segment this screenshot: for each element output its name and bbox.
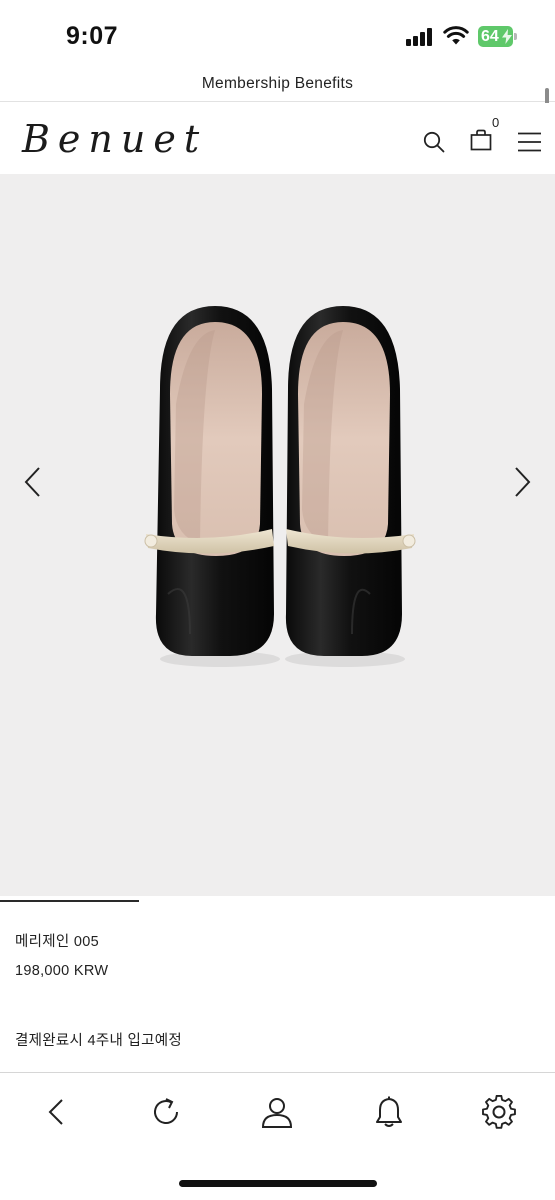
settings-gear-icon[interactable] (482, 1095, 516, 1129)
site-header: Benuet 0 (0, 103, 555, 174)
refresh-icon[interactable] (149, 1095, 183, 1129)
back-icon[interactable] (40, 1095, 74, 1129)
cart-count-badge: 0 (492, 115, 500, 130)
search-icon[interactable] (423, 131, 445, 153)
gallery-progress-indicator (0, 900, 139, 902)
charging-bolt-icon (502, 29, 512, 44)
profile-icon[interactable] (260, 1095, 294, 1129)
shoe-product-image (144, 306, 416, 667)
home-indicator[interactable] (179, 1180, 377, 1187)
shipping-note: 결제완료시 4주내 입고예정 (15, 1033, 183, 1049)
status-time: 9:07 (66, 22, 119, 50)
product-price: 198,000 KRW (15, 963, 109, 979)
wifi-icon (443, 26, 469, 45)
chevron-right-icon[interactable] (511, 466, 533, 498)
product-name: 메리제인 005 (15, 934, 99, 950)
notification-bell-icon[interactable] (372, 1095, 406, 1129)
battery-icon: 64 (478, 26, 518, 47)
menu-icon[interactable] (518, 132, 541, 152)
page: 9:07 64 Membership Benefits Benuet 0 메리제… (0, 0, 555, 1200)
brand-logo[interactable]: Benuet (22, 117, 207, 161)
membership-benefits-link[interactable]: Membership Benefits (0, 70, 555, 102)
cellular-signal-icon (406, 28, 434, 46)
chevron-left-icon[interactable] (22, 466, 44, 498)
shopping-bag-icon[interactable] (470, 129, 492, 151)
status-bar: 9:07 64 (0, 0, 555, 70)
product-image-gallery[interactable] (0, 174, 555, 896)
